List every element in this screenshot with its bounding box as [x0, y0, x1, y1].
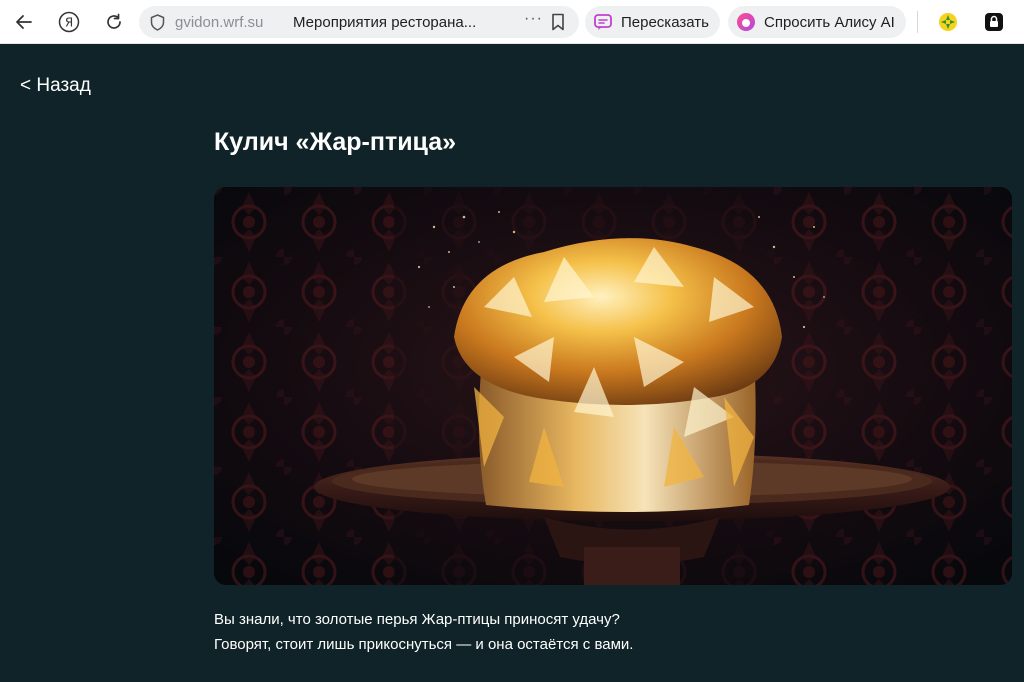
shield-icon[interactable] [150, 14, 165, 36]
yandex-icon[interactable]: Я [55, 8, 83, 36]
summarize-button[interactable]: Пересказать [585, 6, 720, 38]
summarize-label: Пересказать [621, 13, 709, 31]
back-arrow-icon[interactable] [10, 8, 38, 36]
ask-alice-button[interactable]: Спросить Алису AI [728, 6, 906, 38]
alice-label: Спросить Алису AI [764, 13, 895, 31]
more-menu-icon[interactable]: ··· [524, 10, 543, 28]
url-host[interactable]: gvidon.wrf.su [175, 14, 263, 31]
description: Вы знали, что золотые перья Жар-птицы пр… [214, 607, 994, 657]
svg-text:Я: Я [65, 16, 73, 30]
lock-icon[interactable] [980, 8, 1008, 36]
summarize-icon [593, 12, 613, 32]
extension-icon[interactable] [934, 8, 962, 36]
tab-title[interactable]: Мероприятия ресторана... [293, 14, 493, 31]
alice-icon [736, 12, 756, 32]
reload-icon[interactable] [100, 8, 128, 36]
page-title: Кулич «Жар-птица» [214, 128, 457, 156]
back-link[interactable]: < Назад [20, 75, 91, 97]
address-bar[interactable]: gvidon.wrf.su Мероприятия ресторана... ·… [139, 6, 579, 38]
toolbar-divider [917, 11, 918, 33]
description-line: Говорят, стоит лишь прикоснуться — и она… [214, 636, 634, 653]
hero-image-kulich [214, 187, 1012, 585]
bookmark-icon[interactable] [551, 13, 565, 36]
description-line: Вы знали, что золотые перья Жар-птицы пр… [214, 611, 620, 628]
browser-toolbar: Я gvidon.wrf.su Мероприятия ресторана...… [0, 0, 1024, 44]
